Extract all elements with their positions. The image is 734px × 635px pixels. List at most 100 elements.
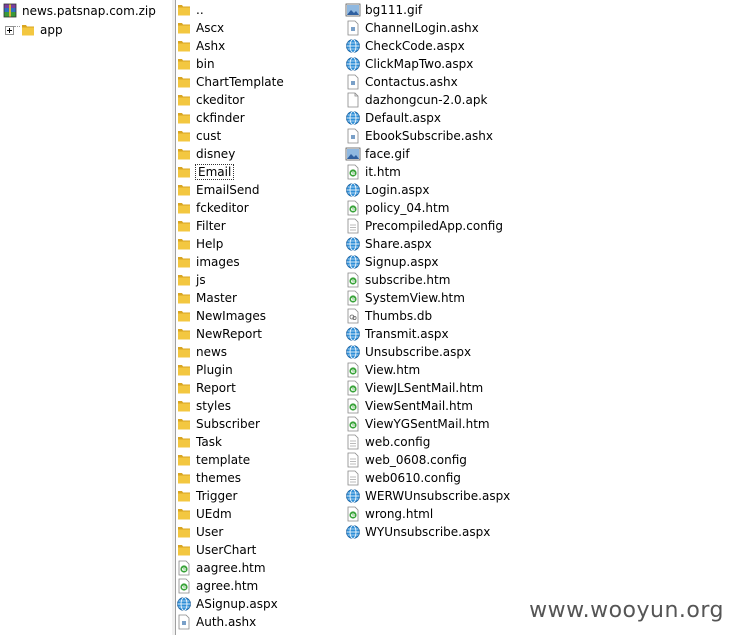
file-list-item[interactable]: ClickMapTwo.aspx <box>345 55 511 73</box>
aspx-file-icon <box>345 488 361 504</box>
file-list-item[interactable]: news <box>176 343 285 361</box>
file-name-label: Signup.aspx <box>365 255 439 269</box>
file-list-item[interactable]: e wrong.html <box>345 505 511 523</box>
file-list-item[interactable]: UEdm <box>176 505 285 523</box>
tree-item-label: app <box>40 23 63 37</box>
file-list-item[interactable]: NewImages <box>176 307 285 325</box>
file-list-item[interactable]: NewReport <box>176 325 285 343</box>
file-list-item[interactable]: Ascx <box>176 19 285 37</box>
file-list-item[interactable]: EmailSend <box>176 181 285 199</box>
file-list-item[interactable]: .. <box>176 1 285 19</box>
file-list-item[interactable]: e policy_04.htm <box>345 199 511 217</box>
file-list-item[interactable]: e it.htm <box>345 163 511 181</box>
file-name-label: CheckCode.aspx <box>365 39 465 53</box>
svg-text:e: e <box>351 421 356 429</box>
file-name-label: template <box>196 453 251 467</box>
file-list-item[interactable]: e ViewJLSentMail.htm <box>345 379 511 397</box>
file-list-item[interactable]: images <box>176 253 285 271</box>
file-list-item[interactable]: PrecompiledApp.config <box>345 217 511 235</box>
file-list-item[interactable]: Login.aspx <box>345 181 511 199</box>
file-list-item[interactable]: e ViewSentMail.htm <box>345 397 511 415</box>
file-list-item[interactable]: Trigger <box>176 487 285 505</box>
file-list-item[interactable]: template <box>176 451 285 469</box>
file-name-label: Transmit.aspx <box>365 327 449 341</box>
file-list-item[interactable]: Email <box>176 163 285 181</box>
file-list-item[interactable]: Contactus.ashx <box>345 73 511 91</box>
file-list-item[interactable]: bg111.gif <box>345 1 511 19</box>
file-list-item[interactable]: web.config <box>345 433 511 451</box>
file-list-item[interactable]: WERWUnsubscribe.aspx <box>345 487 511 505</box>
file-name-label: .. <box>196 3 204 17</box>
file-list-item[interactable]: e View.htm <box>345 361 511 379</box>
folder-icon <box>176 164 192 180</box>
file-list-item[interactable]: Share.aspx <box>345 235 511 253</box>
file-list-item[interactable]: dazhongcun-2.0.apk <box>345 91 511 109</box>
file-list-item[interactable]: face.gif <box>345 145 511 163</box>
ashx-file-icon <box>345 128 361 144</box>
file-list-item[interactable]: fckeditor <box>176 199 285 217</box>
file-list-item[interactable]: Plugin <box>176 361 285 379</box>
file-list-item[interactable]: Default.aspx <box>345 109 511 127</box>
file-list-item[interactable]: e subscribe.htm <box>345 271 511 289</box>
file-name-label: ClickMapTwo.aspx <box>365 57 474 71</box>
file-list-item[interactable]: Report <box>176 379 285 397</box>
file-list-item[interactable]: e SystemView.htm <box>345 289 511 307</box>
file-list-item[interactable]: web0610.config <box>345 469 511 487</box>
file-list-item[interactable]: WYUnsubscribe.aspx <box>345 523 511 541</box>
file-list-item[interactable]: EbookSubscribe.ashx <box>345 127 511 145</box>
file-name-label: policy_04.htm <box>365 201 450 215</box>
file-list-item[interactable]: Help <box>176 235 285 253</box>
file-list-item[interactable]: Transmit.aspx <box>345 325 511 343</box>
file-name-label: ChannelLogin.ashx <box>365 21 479 35</box>
file-list-item[interactable]: disney <box>176 145 285 163</box>
file-list-item[interactable]: ckfinder <box>176 109 285 127</box>
file-name-label: dazhongcun-2.0.apk <box>365 93 488 107</box>
file-list-item[interactable]: Signup.aspx <box>345 253 511 271</box>
expand-plus-icon[interactable] <box>5 25 14 35</box>
svg-text:e: e <box>351 367 356 375</box>
file-list-item[interactable]: ASignup.aspx <box>176 595 285 613</box>
tree-item-app[interactable]: app <box>5 22 63 38</box>
file-list-item[interactable]: bin <box>176 55 285 73</box>
file-list-item[interactable]: Thumbs.db <box>345 307 511 325</box>
folder-icon <box>176 470 192 486</box>
file-list-item[interactable]: Ashx <box>176 37 285 55</box>
file-list-item[interactable]: web_0608.config <box>345 451 511 469</box>
svg-text:e: e <box>351 511 356 519</box>
file-list-item[interactable]: js <box>176 271 285 289</box>
file-name-label: ViewYGSentMail.htm <box>365 417 490 431</box>
file-list-item[interactable]: Filter <box>176 217 285 235</box>
ashx-file-icon <box>345 74 361 90</box>
db-file-icon <box>345 308 361 324</box>
file-list-item[interactable]: Subscriber <box>176 415 285 433</box>
file-list-item[interactable]: cust <box>176 127 285 145</box>
file-name-label: Task <box>196 435 222 449</box>
folder-icon <box>176 182 192 198</box>
tree-root-archive[interactable]: news.patsnap.com.zip <box>2 2 157 20</box>
file-list-item[interactable]: Unsubscribe.aspx <box>345 343 511 361</box>
file-list-item[interactable]: themes <box>176 469 285 487</box>
folder-icon <box>176 452 192 468</box>
file-list-item[interactable]: Auth.ashx <box>176 613 285 631</box>
svg-text:e: e <box>351 169 356 177</box>
file-list-item[interactable]: e aagree.htm <box>176 559 285 577</box>
svg-text:e: e <box>351 205 356 213</box>
file-list-item[interactable]: ChannelLogin.ashx <box>345 19 511 37</box>
file-list-item[interactable]: e agree.htm <box>176 577 285 595</box>
file-list-item[interactable]: User <box>176 523 285 541</box>
file-list-item[interactable]: CheckCode.aspx <box>345 37 511 55</box>
aspx-file-icon <box>345 38 361 54</box>
file-list-item[interactable]: e ViewYGSentMail.htm <box>345 415 511 433</box>
config-file-icon <box>345 452 361 468</box>
file-name-label: bg111.gif <box>365 3 423 17</box>
file-list-item[interactable]: ChartTemplate <box>176 73 285 91</box>
file-list-item[interactable]: UserChart <box>176 541 285 559</box>
file-name-label: WERWUnsubscribe.aspx <box>365 489 511 503</box>
file-list-item[interactable]: Master <box>176 289 285 307</box>
file-list-item[interactable]: ckeditor <box>176 91 285 109</box>
aspx-file-icon <box>345 56 361 72</box>
file-list-column-1: .. Ascx Ashx bin ChartTemplate ckeditor ckfind… <box>176 1 285 631</box>
file-list-item[interactable]: styles <box>176 397 285 415</box>
config-file-icon <box>345 470 361 486</box>
file-list-item[interactable]: Task <box>176 433 285 451</box>
